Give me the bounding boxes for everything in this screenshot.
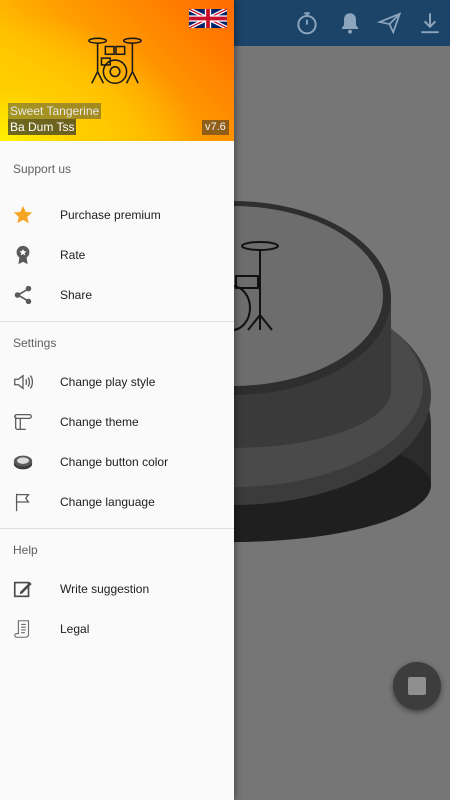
section-title: Settings [13,336,57,350]
button-color-icon [11,450,35,474]
star-icon [11,203,35,227]
menu-item-write-suggestion[interactable]: Write suggestion [0,569,234,609]
menu-item-legal[interactable]: Legal [0,609,234,649]
menu-item-label: Change button color [60,455,169,469]
send-icon [377,12,402,35]
menu-item-share[interactable]: Share [0,275,234,315]
menu-item-change-button-color[interactable]: Change button color [0,442,234,482]
section-help: Help Write suggestion Legal [0,529,234,655]
stopwatch-icon [297,12,317,35]
menu-item-label: Share [60,288,93,302]
menu-item-change-theme[interactable]: Change theme [0,402,234,442]
share-icon [11,283,35,307]
speaker-icon [11,370,35,394]
menu-item-label: Change play style [60,375,156,389]
scroll-icon [11,410,35,434]
app-subtitle: Sweet Tangerine [8,103,102,119]
menu-item-rate[interactable]: Rate [0,235,234,275]
section-settings: Settings Change play style Change theme [0,322,234,529]
award-icon [11,243,35,267]
menu-item-label: Change theme [60,415,139,429]
stop-icon [408,677,426,695]
section-title: Help [13,543,38,557]
menu-item-change-play-style[interactable]: Change play style [0,362,234,402]
menu-item-change-language[interactable]: Change language [0,482,234,522]
document-icon [11,617,35,641]
drum-kit-logo [88,37,142,85]
uk-flag-icon[interactable] [189,9,227,28]
app-version: v7.6 [202,120,229,135]
stop-button[interactable] [393,662,441,710]
bell-icon [341,13,359,34]
menu-item-label: Purchase premium [60,208,161,222]
navigation-drawer: Sweet Tangerine Ba Dum Tss v7.6 Support … [0,0,234,800]
section-title: Support us [13,162,72,176]
download-icon [421,13,439,34]
menu-item-label: Write suggestion [60,582,150,596]
menu-item-label: Change language [60,495,155,509]
app-title: Ba Dum Tss [8,119,77,135]
notifications-button[interactable] [328,0,372,46]
menu-item-label: Legal [60,622,90,636]
menu-item-label: Rate [60,248,86,262]
send-button[interactable] [368,0,412,46]
drawer-header: Sweet Tangerine Ba Dum Tss v7.6 [0,0,234,141]
download-button[interactable] [408,0,450,46]
menu-item-purchase-premium[interactable]: Purchase premium [0,195,234,235]
section-support: Support us Purchase premium Rate Share [0,141,234,322]
flag-icon [11,490,35,514]
edit-icon [11,577,35,601]
timer-button[interactable] [285,0,329,46]
